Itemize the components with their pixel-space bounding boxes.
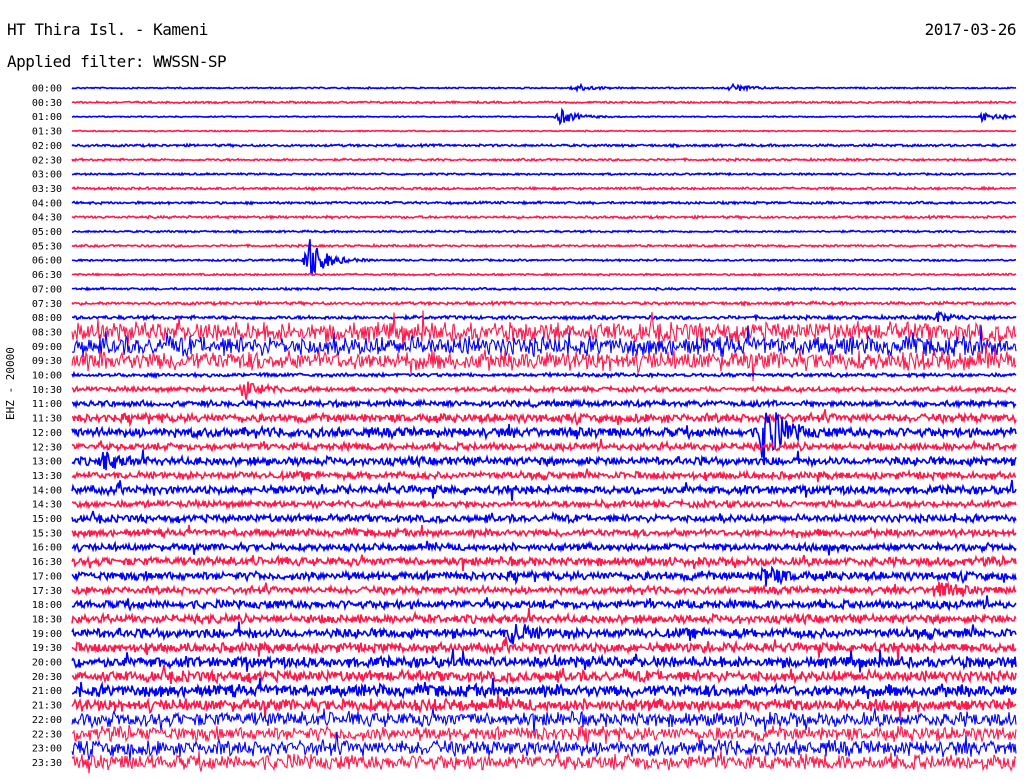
time-label: 21:00 <box>32 686 62 697</box>
time-label: 16:00 <box>32 543 62 554</box>
time-label: 07:30 <box>32 299 62 310</box>
trace-line <box>71 748 1017 774</box>
trace-line <box>71 621 1017 645</box>
trace-line <box>71 438 1017 454</box>
trace-line <box>71 409 1017 428</box>
time-label: 06:30 <box>32 270 62 281</box>
time-label: 00:00 <box>32 84 62 95</box>
trace-line <box>72 229 1017 235</box>
time-label: 13:30 <box>32 471 62 482</box>
time-label: 23:30 <box>32 758 62 769</box>
time-label: 17:30 <box>32 586 62 597</box>
time-label: 08:00 <box>32 313 62 324</box>
trace-line <box>71 497 1017 511</box>
time-label: 21:30 <box>32 701 62 712</box>
channel-label: EHZ - 20000 <box>4 347 17 420</box>
time-label: 17:00 <box>32 571 62 582</box>
time-label: 04:30 <box>32 213 62 224</box>
trace-line <box>71 129 1017 133</box>
filter-label: Applied filter: WWSSN-SP <box>7 52 227 71</box>
trace-line <box>71 142 1017 149</box>
time-label: 14:00 <box>32 485 62 496</box>
trace-line <box>71 381 1017 400</box>
time-label: 10:00 <box>32 371 62 382</box>
date-label: 2017-03-26 <box>924 20 1017 39</box>
time-label: 15:30 <box>32 528 62 539</box>
station-title: HT Thira Isl. - Kameni <box>7 20 208 39</box>
trace-line <box>71 649 1017 673</box>
time-label: 11:30 <box>32 414 62 425</box>
trace-line <box>71 468 1017 483</box>
trace-line <box>71 540 1017 556</box>
trace-line <box>71 370 1017 380</box>
trace-line <box>71 510 1017 525</box>
trace-line <box>71 242 1017 249</box>
time-label: 12:30 <box>32 442 62 453</box>
time-label: 20:30 <box>32 672 62 683</box>
trace-line <box>71 524 1017 540</box>
trace-line <box>71 397 1017 411</box>
trace-line <box>71 636 1017 661</box>
time-label: 14:30 <box>32 500 62 511</box>
trace-line <box>71 156 1017 163</box>
trace-line <box>71 199 1017 206</box>
trace-line <box>71 479 1017 501</box>
trace-line <box>71 724 1017 745</box>
time-label: 02:00 <box>32 141 62 152</box>
time-label: 20:00 <box>32 658 62 669</box>
time-label: 05:30 <box>32 241 62 252</box>
time-label: 02:30 <box>32 155 62 166</box>
time-label: 19:00 <box>32 629 62 640</box>
trace-line <box>71 185 1017 192</box>
time-label: 03:00 <box>32 170 62 181</box>
trace-line <box>71 286 1017 292</box>
time-label: 23:00 <box>32 744 62 755</box>
trace-line <box>71 82 1017 94</box>
time-label: 03:30 <box>32 184 62 195</box>
trace-line <box>71 565 1017 587</box>
helicorder-plot: 00:00 00:30 01:00 01:30 02:00 02:30 03:00 03:30… <box>32 82 1017 774</box>
trace-line <box>71 171 1017 177</box>
time-label: 01:00 <box>32 112 62 123</box>
time-label: 19:30 <box>32 643 62 654</box>
trace-line <box>71 214 1017 221</box>
trace-line <box>71 107 1017 126</box>
trace-line <box>71 664 1017 685</box>
trace-line <box>71 449 1017 471</box>
trace-line <box>71 595 1017 612</box>
trace-line <box>71 272 1017 277</box>
trace-line <box>71 581 1017 598</box>
trace-line <box>71 554 1017 572</box>
time-label: 05:00 <box>32 227 62 238</box>
time-label: 08:30 <box>32 327 62 338</box>
time-label: 06:00 <box>32 256 62 267</box>
time-label: 15:00 <box>32 514 62 525</box>
trace-line <box>71 99 1017 105</box>
time-label: 22:30 <box>32 729 62 740</box>
trace-line <box>71 299 1017 308</box>
time-label: 00:30 <box>32 98 62 109</box>
time-label: 13:00 <box>32 457 62 468</box>
time-label: 18:30 <box>32 614 62 625</box>
trace-line <box>71 310 1017 323</box>
trace-line <box>71 607 1017 627</box>
time-label: 11:00 <box>32 399 62 410</box>
time-label: 16:30 <box>32 557 62 568</box>
time-label: 12:00 <box>32 428 62 439</box>
time-label: 09:00 <box>32 342 62 353</box>
time-label: 18:00 <box>32 600 62 611</box>
time-label: 04:00 <box>32 198 62 209</box>
time-label: 01:30 <box>32 127 62 138</box>
time-label: 09:30 <box>32 356 62 367</box>
time-label: 10:30 <box>32 385 62 396</box>
time-label: 07:00 <box>32 284 62 295</box>
time-label: 22:00 <box>32 715 62 726</box>
